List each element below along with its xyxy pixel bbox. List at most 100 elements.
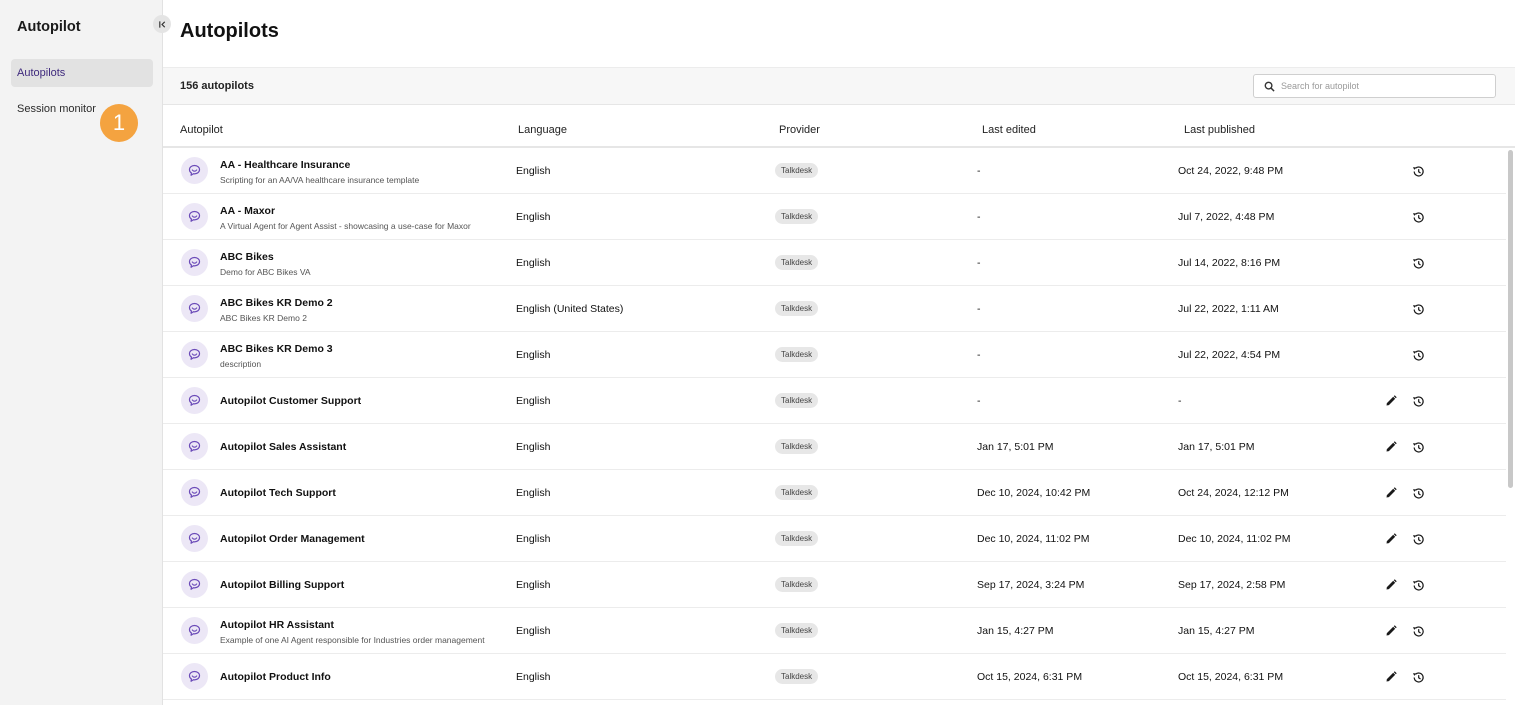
history-button[interactable] bbox=[1410, 669, 1426, 685]
edit-button[interactable] bbox=[1383, 577, 1399, 593]
table-row[interactable]: Autopilot Tech Support English Talkdesk … bbox=[163, 470, 1506, 516]
language-cell: English bbox=[516, 257, 551, 269]
history-button[interactable] bbox=[1410, 255, 1426, 271]
edit-button[interactable] bbox=[1383, 393, 1399, 409]
pencil-icon bbox=[1386, 579, 1397, 590]
chat-bubble-icon bbox=[188, 348, 201, 360]
last-published-cell: - bbox=[1178, 395, 1182, 407]
language-cell: English (United States) bbox=[516, 303, 624, 315]
autopilot-avatar bbox=[181, 571, 208, 598]
pencil-icon bbox=[1386, 395, 1397, 406]
autopilot-avatar bbox=[181, 157, 208, 184]
language-cell: English bbox=[516, 625, 551, 637]
collapse-sidebar-button[interactable] bbox=[153, 15, 171, 33]
table-row[interactable]: ABC Bikes Demo for ABC Bikes VA English … bbox=[163, 240, 1506, 286]
sidebar-item-autopilots[interactable]: Autopilots bbox=[11, 59, 153, 87]
collapse-sidebar-icon bbox=[158, 20, 165, 28]
provider-tag: Talkdesk bbox=[775, 669, 819, 684]
language-cell: English bbox=[516, 211, 551, 223]
last-edited-cell: - bbox=[977, 303, 981, 315]
table-row[interactable]: Autopilot Billing Support English Talkde… bbox=[163, 562, 1506, 608]
table-scrollbar[interactable] bbox=[1506, 148, 1515, 705]
history-button[interactable] bbox=[1410, 393, 1426, 409]
column-header-language[interactable]: Language bbox=[518, 124, 567, 136]
pencil-icon bbox=[1386, 533, 1397, 544]
history-icon bbox=[1412, 257, 1424, 269]
history-button[interactable] bbox=[1410, 347, 1426, 363]
last-published-cell: Sep 17, 2024, 2:58 PM bbox=[1178, 579, 1286, 591]
table-row[interactable]: Autopilot HR Assistant Example of one AI… bbox=[163, 608, 1506, 654]
autopilot-avatar bbox=[181, 479, 208, 506]
history-button[interactable] bbox=[1410, 531, 1426, 547]
column-header-last-edited[interactable]: Last edited bbox=[982, 124, 1036, 136]
history-button[interactable] bbox=[1410, 439, 1426, 455]
autopilot-name: Autopilot Sales Assistant bbox=[220, 441, 347, 453]
table-row[interactable]: Autopilot Customer Support English Talkd… bbox=[163, 378, 1506, 424]
history-icon bbox=[1412, 579, 1424, 591]
autopilot-name: AA - Healthcare Insurance bbox=[220, 159, 351, 171]
provider-tag: Talkdesk bbox=[775, 439, 819, 454]
sidebar-item-label: Session monitor bbox=[17, 103, 96, 115]
language-cell: English bbox=[516, 441, 551, 453]
provider-tag: Talkdesk bbox=[775, 347, 819, 362]
table-row[interactable]: AA - Maxor A Virtual Agent for Agent Ass… bbox=[163, 194, 1506, 240]
table-row[interactable]: AA - Healthcare Insurance Scripting for … bbox=[163, 148, 1506, 194]
autopilot-name: Autopilot Order Management bbox=[220, 533, 365, 545]
search-input[interactable] bbox=[1281, 81, 1481, 91]
history-icon bbox=[1412, 625, 1424, 637]
history-button[interactable] bbox=[1410, 163, 1426, 179]
column-header-autopilot[interactable]: Autopilot bbox=[180, 124, 223, 136]
last-published-cell: Jan 17, 5:01 PM bbox=[1178, 441, 1255, 453]
language-cell: English bbox=[516, 579, 551, 591]
autopilot-description: description bbox=[220, 359, 262, 369]
provider-tag: Talkdesk bbox=[775, 623, 819, 638]
edit-button[interactable] bbox=[1383, 669, 1399, 685]
history-button[interactable] bbox=[1410, 577, 1426, 593]
step-badge: 1 bbox=[100, 104, 138, 142]
edit-button[interactable] bbox=[1383, 439, 1399, 455]
edit-button[interactable] bbox=[1383, 485, 1399, 501]
table-row[interactable]: Autopilot Product Info English Talkdesk … bbox=[163, 654, 1506, 700]
column-header-provider[interactable]: Provider bbox=[779, 124, 820, 136]
history-button[interactable] bbox=[1410, 485, 1426, 501]
history-icon bbox=[1412, 303, 1424, 315]
last-published-cell: Oct 24, 2024, 12:12 PM bbox=[1178, 487, 1289, 499]
table-row[interactable]: Autopilot Sales Assistant English Talkde… bbox=[163, 424, 1506, 470]
provider-tag: Talkdesk bbox=[775, 255, 819, 270]
history-icon bbox=[1412, 349, 1424, 361]
pencil-icon bbox=[1386, 625, 1397, 636]
autopilot-name: Autopilot HR Assistant bbox=[220, 619, 334, 631]
last-published-cell: Jul 14, 2022, 8:16 PM bbox=[1178, 257, 1281, 269]
edit-button[interactable] bbox=[1383, 623, 1399, 639]
chat-bubble-icon bbox=[188, 670, 201, 682]
history-button[interactable] bbox=[1410, 301, 1426, 317]
sidebar: Autopilot Autopilots Session monitor 1 bbox=[0, 0, 171, 705]
table-row[interactable]: ABC Bikes KR Demo 2 ABC Bikes KR Demo 2 … bbox=[163, 286, 1506, 332]
edit-button[interactable] bbox=[1383, 531, 1399, 547]
history-button[interactable] bbox=[1410, 209, 1426, 225]
history-button[interactable] bbox=[1410, 623, 1426, 639]
chat-bubble-icon bbox=[188, 302, 201, 314]
table-row[interactable]: ABC Bikes KR Demo 3 description English … bbox=[163, 332, 1506, 378]
last-edited-cell: - bbox=[977, 349, 981, 361]
sidebar-item-label: Autopilots bbox=[17, 67, 66, 79]
chat-bubble-icon bbox=[188, 578, 201, 590]
table-row[interactable]: Autopilot Order Management English Talkd… bbox=[163, 516, 1506, 562]
page-title: Autopilots bbox=[180, 20, 279, 42]
autopilot-description: ABC Bikes KR Demo 2 bbox=[220, 313, 307, 323]
autopilot-name: ABC Bikes bbox=[220, 251, 274, 263]
scrollbar-thumb[interactable] bbox=[1508, 150, 1513, 488]
last-edited-cell: - bbox=[977, 395, 981, 407]
autopilot-name: Autopilot Tech Support bbox=[220, 487, 336, 499]
main-content: Autopilots 156 autopilots Autopilot Lang… bbox=[163, 0, 1515, 705]
last-edited-cell: - bbox=[977, 211, 981, 223]
column-header-last-published[interactable]: Last published bbox=[1184, 124, 1255, 136]
autopilot-name: ABC Bikes KR Demo 3 bbox=[220, 343, 333, 355]
history-icon bbox=[1412, 671, 1424, 683]
search-box[interactable] bbox=[1253, 74, 1496, 98]
provider-tag: Talkdesk bbox=[775, 301, 819, 316]
last-published-cell: Jul 22, 2022, 1:11 AM bbox=[1178, 303, 1279, 315]
pencil-icon bbox=[1386, 441, 1397, 452]
history-icon bbox=[1412, 211, 1424, 223]
last-published-cell: Jan 15, 4:27 PM bbox=[1178, 625, 1255, 637]
